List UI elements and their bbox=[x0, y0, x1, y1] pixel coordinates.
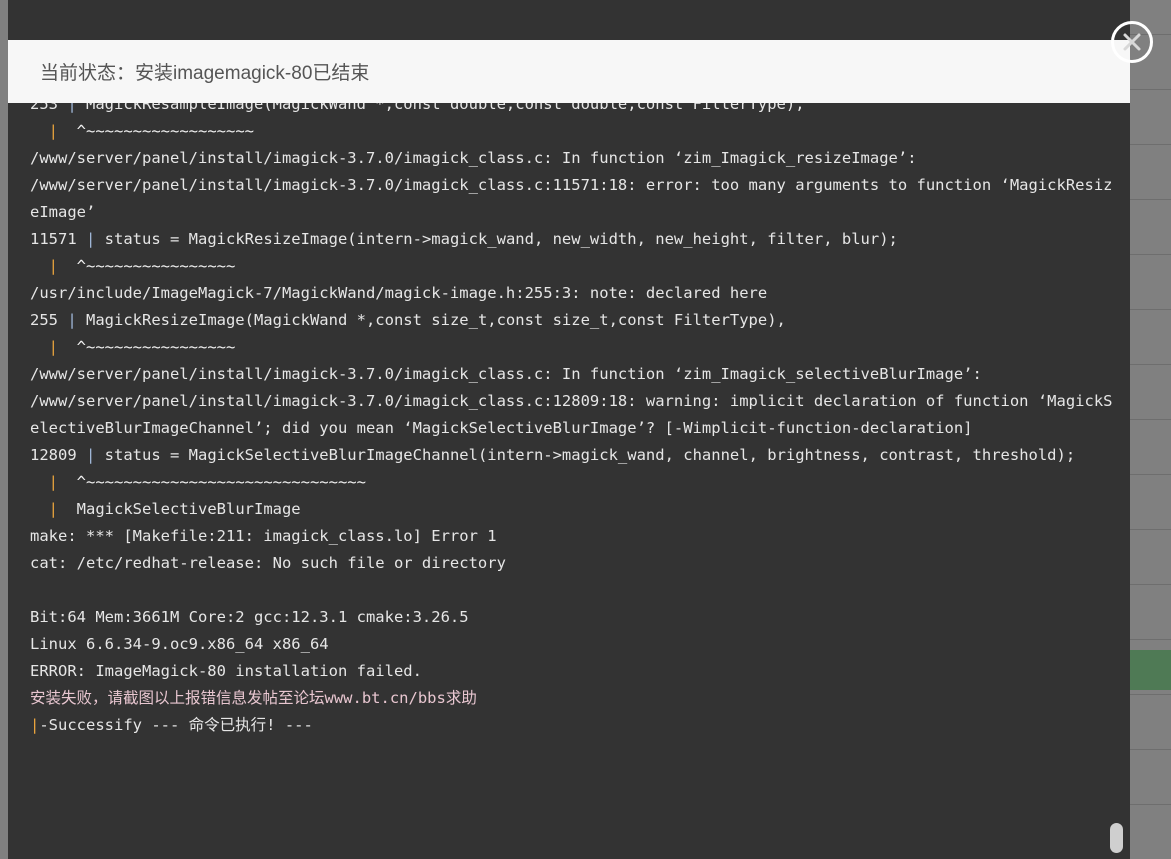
terminal-text: 12809 bbox=[30, 446, 86, 464]
terminal-text: 255 bbox=[30, 311, 68, 329]
terminal-line: 安装失败，请截图以上报错信息发帖至论坛www.bt.cn/bbs求助 bbox=[30, 685, 1116, 712]
terminal-text: MagickResizeImage(MagickWand *,const siz… bbox=[76, 311, 786, 329]
terminal-line: /usr/include/ImageMagick-7/MagickWand/ma… bbox=[30, 280, 1116, 307]
terminal-text: | bbox=[48, 500, 59, 518]
terminal-text: | bbox=[48, 122, 59, 140]
terminal-text: | bbox=[86, 446, 96, 464]
close-modal-button[interactable] bbox=[1111, 21, 1153, 63]
terminal-line: /www/server/panel/install/imagick-3.7.0/… bbox=[30, 361, 1116, 388]
terminal-line: /www/server/panel/install/imagick-3.7.0/… bbox=[30, 172, 1116, 226]
terminal-text: 安装失败，请截图以上报错信息发帖至论坛www.bt.cn/bbs求助 bbox=[30, 689, 477, 707]
terminal-line: 255 | MagickResizeImage(MagickWand *,con… bbox=[30, 307, 1116, 334]
terminal-line: | ^~~~~~~~~~~~~~~~~~~~~~~~~~~~~~~ bbox=[30, 469, 1116, 496]
terminal-text: /usr/include/ImageMagick-7/MagickWand/ma… bbox=[30, 284, 768, 302]
terminal-text: | bbox=[48, 473, 59, 491]
terminal-line: make: *** [Makefile:211: imagick_class.l… bbox=[30, 523, 1116, 550]
terminal-line: ERROR: ImageMagick-80 installation faile… bbox=[30, 658, 1116, 685]
terminal-line: cat: /etc/redhat-release: No such file o… bbox=[30, 550, 1116, 577]
terminal-text: ^~~~~~~~~~~~~~~~~~~~~~~~~~~~~~~ bbox=[58, 473, 366, 491]
terminal-text: MagickSelectiveBlurImage bbox=[58, 500, 301, 518]
terminal-text: 11571 bbox=[30, 230, 86, 248]
terminal-text: -Successify --- 命令已执行! --- bbox=[39, 716, 313, 734]
terminal-line: | ^~~~~~~~~~~~~~~~~~~ bbox=[30, 118, 1116, 145]
terminal-text: cat: /etc/redhat-release: No such file o… bbox=[30, 554, 506, 572]
terminal-scrollbar-thumb[interactable] bbox=[1110, 823, 1123, 853]
terminal-text: make: *** [Makefile:211: imagick_class.l… bbox=[30, 527, 497, 545]
terminal-text: /www/server/panel/install/imagick-3.7.0/… bbox=[30, 365, 982, 383]
terminal-line: | ^~~~~~~~~~~~~~~~~ bbox=[30, 334, 1116, 361]
terminal-text: | bbox=[48, 257, 59, 275]
current-status-bar: 当前状态：安装imagemagick-80已结束 bbox=[8, 40, 1130, 103]
terminal-line: /www/server/panel/install/imagick-3.7.0/… bbox=[30, 388, 1116, 442]
terminal-line: | ^~~~~~~~~~~~~~~~~ bbox=[30, 253, 1116, 280]
terminal-text: ^~~~~~~~~~~~~~~~~~~ bbox=[58, 122, 254, 140]
terminal-text: Linux 6.6.34-9.oc9.x86_64 x86_64 bbox=[30, 635, 329, 653]
terminal-text: /www/server/panel/install/imagick-3.7.0/… bbox=[30, 392, 1113, 437]
close-circle-icon bbox=[1114, 24, 1150, 60]
terminal-line: Linux 6.6.34-9.oc9.x86_64 x86_64 bbox=[30, 631, 1116, 658]
terminal-output: | ^~~~~~~~~~~~~~~~~~~~~~~~~~~~/usr/inclu… bbox=[8, 0, 1130, 859]
terminal-text: ERROR: ImageMagick-80 installation faile… bbox=[30, 662, 422, 680]
install-log-modal: | ^~~~~~~~~~~~~~~~~~~~~~~~~~~~/usr/inclu… bbox=[8, 0, 1130, 859]
terminal-text: | bbox=[67, 311, 77, 329]
terminal-text: | bbox=[48, 338, 59, 356]
terminal-line: |-Successify --- 命令已执行! --- bbox=[30, 712, 1116, 739]
terminal-text: ^~~~~~~~~~~~~~~~~ bbox=[58, 338, 236, 356]
terminal-text: /www/server/panel/install/imagick-3.7.0/… bbox=[30, 176, 1113, 221]
current-status-text: 当前状态：安装imagemagick-80已结束 bbox=[40, 63, 370, 84]
terminal-line: 11571 | status = MagickResizeImage(inter… bbox=[30, 226, 1116, 253]
terminal-text: status = MagickSelectiveBlurImageChannel… bbox=[95, 446, 1076, 464]
terminal-text: | bbox=[86, 230, 96, 248]
terminal-line: 12809 | status = MagickSelectiveBlurImag… bbox=[30, 442, 1116, 469]
terminal-line: Bit:64 Mem:3661M Core:2 gcc:12.3.1 cmake… bbox=[30, 604, 1116, 631]
terminal-text: /www/server/panel/install/imagick-3.7.0/… bbox=[30, 149, 917, 167]
terminal-text: status = MagickResizeImage(intern->magic… bbox=[95, 230, 898, 248]
terminal-text: ^~~~~~~~~~~~~~~~~ bbox=[58, 257, 236, 275]
terminal-text: | bbox=[30, 716, 40, 734]
terminal-line: | MagickSelectiveBlurImage bbox=[30, 496, 1116, 523]
terminal-scrollbar[interactable] bbox=[1110, 0, 1127, 859]
terminal-line: /www/server/panel/install/imagick-3.7.0/… bbox=[30, 145, 1116, 172]
terminal-text: Bit:64 Mem:3661M Core:2 gcc:12.3.1 cmake… bbox=[30, 608, 469, 626]
